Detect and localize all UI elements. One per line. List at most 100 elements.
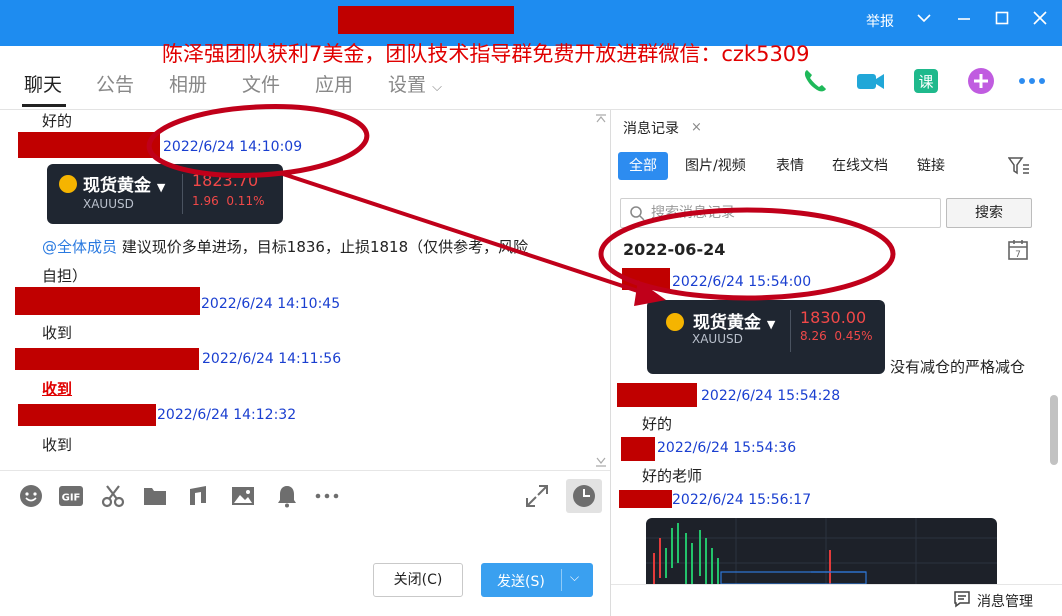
chat-message: 收到 xyxy=(42,324,73,342)
timestamp: 2022/6/24 15:54:00 xyxy=(672,274,812,290)
tab-announcement[interactable]: 公告 xyxy=(96,70,134,97)
card-change: 1.96 0.11% xyxy=(192,194,265,208)
send-button[interactable]: 发送(S) ⌵ xyxy=(481,563,593,597)
card-symbol: XAUUSD xyxy=(83,197,134,211)
calendar-icon[interactable]: 7 xyxy=(1007,239,1029,261)
timestamp: 2022/6/24 14:10:45 xyxy=(201,296,341,312)
chat-message: 好的 xyxy=(642,415,673,433)
redacted-sender xyxy=(18,404,156,426)
tab-files[interactable]: 文件 xyxy=(242,70,280,97)
card-name: 现货黄金 ▼ xyxy=(693,313,776,333)
filter-media[interactable]: 图片/视频 xyxy=(685,152,746,180)
history-clock-icon[interactable] xyxy=(566,479,602,513)
chat-message: @全体成员 建议现价多单进场，目标1836，止损1818（仅供参考，风险 xyxy=(42,238,529,256)
timestamp: 2022/6/24 14:11:56 xyxy=(202,351,342,367)
timestamp: 2022/6/24 14:10:09 xyxy=(163,139,303,155)
add-icon[interactable] xyxy=(966,66,996,96)
svg-text:GIF: GIF xyxy=(62,493,81,504)
timestamp: 2022/6/24 14:12:32 xyxy=(157,407,297,423)
chat-message: 好的老师 xyxy=(642,467,703,485)
chevron-down-icon[interactable] xyxy=(913,10,935,32)
close-icon[interactable] xyxy=(1029,10,1051,32)
history-scrollbar[interactable] xyxy=(1050,395,1058,465)
gif-icon[interactable]: GIF xyxy=(58,483,84,509)
lesson-icon[interactable]: 课 xyxy=(911,66,941,96)
card-divider xyxy=(790,310,791,352)
more-dots-icon[interactable] xyxy=(314,483,340,509)
timestamp: 2022/6/24 15:54:28 xyxy=(701,388,841,404)
composer-toolbar: GIF xyxy=(0,470,610,520)
tab-chat[interactable]: 聊天 xyxy=(24,70,62,97)
active-tab-indicator xyxy=(22,104,66,107)
card-symbol: XAUUSD xyxy=(692,332,743,346)
video-call-icon[interactable] xyxy=(855,66,885,96)
gold-coin-icon xyxy=(59,175,77,193)
chevron-down-icon: ⌵ xyxy=(432,80,442,95)
minimize-icon[interactable] xyxy=(953,10,975,32)
filter-docs[interactable]: 在线文档 xyxy=(832,152,888,180)
card-change: 8.26 0.45% xyxy=(800,329,873,343)
search-icon xyxy=(629,205,645,221)
filter-funnel-icon[interactable] xyxy=(1007,156,1030,176)
bell-icon[interactable] xyxy=(274,483,300,509)
message-manager-icon xyxy=(953,590,971,608)
gold-coin-icon xyxy=(666,313,684,331)
chat-message: 自担） xyxy=(42,267,88,285)
card-price: 1823.70 xyxy=(192,171,259,190)
redacted-sender xyxy=(619,490,672,508)
scroll-down-icon[interactable] xyxy=(594,454,608,468)
music-icon[interactable] xyxy=(186,483,212,509)
promo-overlay: 陈泽强团队获利7美金，团队技术指导群免费开放进群微信：czk5309 xyxy=(162,42,810,66)
svg-text:课: 课 xyxy=(918,73,933,91)
report-button[interactable]: 举报 xyxy=(866,11,894,31)
phone-icon[interactable] xyxy=(800,66,830,96)
folder-icon[interactable] xyxy=(142,483,168,509)
filter-stickers[interactable]: 表情 xyxy=(776,152,804,180)
emoji-icon[interactable] xyxy=(18,483,44,509)
chat-message: 收到 xyxy=(42,380,73,398)
close-button[interactable]: 关闭(C) xyxy=(373,563,463,597)
history-tab-title[interactable]: 消息记录 xyxy=(623,118,679,138)
tab-apps[interactable]: 应用 xyxy=(315,70,353,97)
message-manager-button[interactable]: 消息管理 xyxy=(977,591,1033,611)
send-label: 发送(S) xyxy=(497,574,545,590)
timestamp: 2022/6/24 15:56:17 xyxy=(672,492,812,508)
redacted-title xyxy=(338,6,514,34)
timestamp: 2022/6/24 15:54:36 xyxy=(657,440,797,456)
panel-divider xyxy=(610,110,611,616)
card-price: 1830.00 xyxy=(800,308,867,327)
search-button[interactable]: 搜索 xyxy=(946,198,1032,228)
scissors-icon[interactable] xyxy=(100,483,126,509)
send-options-icon[interactable]: ⌵ xyxy=(570,570,579,585)
history-search-input[interactable] xyxy=(651,203,931,223)
tab-settings[interactable]: 设置 ⌵ xyxy=(388,70,442,97)
gold-price-card[interactable]: 现货黄金 ▼ XAUUSD 1823.70 1.96 0.11% xyxy=(47,164,283,224)
scroll-up-icon[interactable] xyxy=(594,110,608,124)
maximize-icon[interactable] xyxy=(991,10,1013,32)
redacted-sender xyxy=(622,268,670,290)
gold-price-card[interactable]: 现货黄金 ▼ XAUUSD 1830.00 8.26 0.45% xyxy=(647,300,885,374)
redacted-sender xyxy=(15,348,199,370)
chat-message: 收到 xyxy=(42,436,73,454)
expand-icon[interactable] xyxy=(524,483,550,509)
filter-links[interactable]: 链接 xyxy=(917,152,945,180)
send-split-divider xyxy=(561,569,562,591)
svg-text:7: 7 xyxy=(1015,250,1021,260)
chat-messages[interactable]: 好的 2022/6/24 14:10:09 现货黄金 ▼ XAUUSD 1823… xyxy=(0,110,610,470)
redacted-sender xyxy=(621,437,655,461)
redacted-sender xyxy=(15,287,200,315)
history-search-box[interactable] xyxy=(620,198,941,228)
redacted-sender xyxy=(18,132,160,158)
card-divider xyxy=(182,174,183,214)
redacted-sender xyxy=(617,383,697,407)
close-history-tab-icon[interactable]: × xyxy=(691,120,702,135)
more-icon[interactable] xyxy=(1017,66,1047,96)
tab-album[interactable]: 相册 xyxy=(169,70,207,97)
chat-message: 没有减仓的严格减仓 xyxy=(890,358,1026,376)
chart-screenshot-thumbnail[interactable] xyxy=(646,518,997,584)
filter-all[interactable]: 全部 xyxy=(618,152,668,180)
card-name: 现货黄金 ▼ xyxy=(83,176,166,196)
chat-message: 好的 xyxy=(42,112,73,130)
image-icon[interactable] xyxy=(230,483,256,509)
mention-all[interactable]: @全体成员 xyxy=(42,238,117,256)
